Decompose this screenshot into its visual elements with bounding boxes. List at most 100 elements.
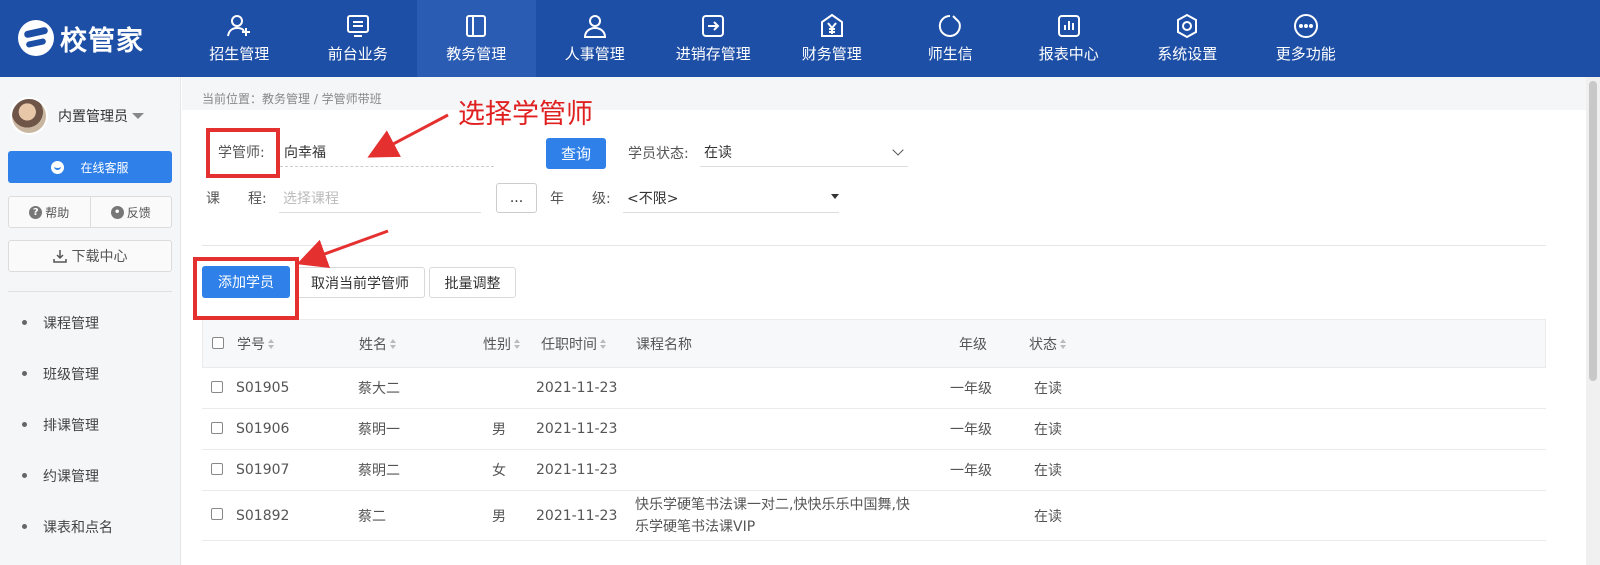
service-icon — [51, 160, 65, 174]
course-line: 快乐学硬笔书法课一对二,快快乐乐中国舞,快 — [635, 496, 910, 513]
nav-label: 报表中心 — [1038, 45, 1099, 63]
logo-icon — [18, 20, 54, 56]
username: 内置管理员 — [58, 109, 128, 125]
cell-gender: 女 — [492, 463, 506, 479]
course-picker-button[interactable]: ... — [496, 183, 537, 213]
header-label: 学号 — [237, 336, 265, 353]
select-all-checkbox[interactable] — [212, 337, 224, 349]
nav-item-finance[interactable]: 财务管理 — [773, 0, 892, 77]
help-button[interactable]: ? 帮助 — [9, 197, 90, 227]
student-status-select[interactable]: 在读 — [700, 137, 908, 167]
gear-icon — [1177, 13, 1198, 39]
sidebar-item-label: 约课管理 — [43, 468, 99, 485]
cell-name: 蔡大二 — [358, 381, 400, 397]
download-center-label: 下载中心 — [71, 249, 128, 265]
table-row[interactable]: S01907 蔡明二 女 2021-11-23 一年级 在读 — [202, 450, 1546, 491]
nav-item-settings[interactable]: 系统设置 — [1128, 0, 1247, 77]
sidebar-item-label: 排课管理 — [43, 417, 99, 434]
teacher-input[interactable]: 向幸福 — [280, 137, 494, 167]
bullet-icon — [22, 371, 27, 376]
header-label: 年级 — [959, 336, 987, 353]
query-button[interactable]: 查询 — [546, 138, 606, 169]
scrollbar-thumb[interactable] — [1589, 81, 1597, 381]
row-checkbox[interactable] — [211, 508, 223, 520]
user-menu[interactable]: 内置管理员 — [10, 97, 144, 135]
grade-label-1: 年 — [550, 191, 564, 207]
avatar — [10, 97, 48, 135]
col-student-id[interactable]: 学号 — [237, 320, 275, 367]
cell-name: 蔡二 — [358, 508, 386, 525]
annotation-text: 选择学管师 — [458, 99, 593, 130]
download-center-button[interactable]: 下载中心 — [8, 240, 172, 272]
cell-date: 2021-11-23 — [536, 507, 618, 524]
nav-item-reports[interactable]: 报表中心 — [1010, 0, 1129, 77]
main-nav: 招生管理 前台业务 教务管理 人事管理 进销存管理 财务管理 师生信 报表中心 — [180, 0, 1365, 77]
grade-value: <不限> — [627, 190, 679, 207]
sort-icon — [390, 338, 397, 349]
logo[interactable]: 校管家 — [18, 18, 144, 58]
cell-grade: 一年级 — [950, 422, 992, 438]
nav-item-academic[interactable]: 教务管理 — [417, 0, 536, 77]
sidebar-item-courses[interactable]: 课程管理 — [0, 297, 181, 348]
sidebar-item-classes[interactable]: 班级管理 — [0, 348, 181, 399]
help-feedback-row: ? 帮助 • 反馈 — [8, 196, 172, 228]
nav-label: 财务管理 — [801, 45, 862, 63]
student-status-value: 在读 — [704, 144, 732, 161]
cell-date: 2021-11-23 — [536, 421, 618, 437]
sidebar-item-timetable[interactable]: 课表和点名 — [0, 501, 181, 552]
sort-icon — [268, 338, 275, 349]
col-date[interactable]: 任职时间 — [541, 320, 607, 367]
batch-adjust-button[interactable]: 批量调整 — [429, 267, 516, 298]
bullet-icon — [22, 524, 27, 529]
cancel-teacher-button[interactable]: 取消当前学管师 — [295, 267, 425, 298]
course-label-1: 课 — [206, 191, 220, 207]
nav-item-recruitment[interactable]: 招生管理 — [180, 0, 299, 77]
sidebar-item-scheduling[interactable]: 排课管理 — [0, 399, 181, 450]
sidebar: 内置管理员 在线客服 ? 帮助 • 反馈 下载中心 课程管理 班级管理 排课管理… — [0, 77, 181, 565]
nav-item-frontdesk[interactable]: 前台业务 — [299, 0, 418, 77]
online-service-button[interactable]: 在线客服 — [8, 151, 172, 183]
nav-item-hr[interactable]: 人事管理 — [536, 0, 655, 77]
grade-select[interactable]: <不限> — [623, 183, 839, 213]
nav-item-inventory[interactable]: 进销存管理 — [654, 0, 773, 77]
bullet-icon — [22, 320, 27, 325]
row-checkbox[interactable] — [211, 463, 223, 475]
nav-label: 更多功能 — [1275, 45, 1336, 63]
cell-status: 在读 — [1034, 422, 1062, 438]
caret-down-icon — [831, 194, 839, 199]
export-icon — [702, 15, 725, 37]
sort-icon — [514, 338, 521, 349]
online-service-label: 在线客服 — [80, 160, 129, 175]
cell-student-id: S01907 — [236, 462, 290, 478]
col-name[interactable]: 姓名 — [359, 320, 397, 367]
header-label: 课程名称 — [636, 336, 692, 353]
breadcrumb: 当前位置：教务管理 / 学管师带班 — [202, 92, 382, 106]
col-course: 课程名称 — [636, 320, 692, 367]
table-row[interactable]: S01905 蔡大二 2021-11-23 一年级 在读 — [202, 368, 1546, 409]
col-status[interactable]: 状态 — [1029, 320, 1067, 367]
nav-item-messages[interactable]: 师生信 — [891, 0, 1010, 77]
comment-icon: • — [110, 205, 124, 219]
sidebar-item-booking[interactable]: 约课管理 — [0, 450, 181, 501]
header-label: 状态 — [1029, 336, 1057, 353]
cell-student-id: S01892 — [236, 507, 290, 524]
page-scrollbar[interactable] — [1586, 77, 1600, 565]
sidebar-item-label: 课表和点名 — [43, 519, 113, 536]
header-label: 任职时间 — [541, 336, 597, 353]
col-gender[interactable]: 性别 — [483, 320, 521, 367]
nav-item-more[interactable]: 更多功能 — [1247, 0, 1366, 77]
question-icon: ? — [29, 205, 43, 219]
course-input[interactable]: 选择课程 — [279, 183, 481, 213]
table-row[interactable]: S01892 蔡二 男 2021-11-23 快乐学硬笔书法课一对二,快快乐乐中… — [202, 491, 1546, 541]
header-label: 姓名 — [359, 336, 387, 353]
chat-icon — [939, 14, 962, 37]
cell-student-id: S01906 — [236, 421, 290, 437]
table-row[interactable]: S01906 蔡明一 男 2021-11-23 一年级 在读 — [202, 409, 1546, 450]
feedback-button[interactable]: • 反馈 — [89, 197, 172, 227]
feedback-label: 反馈 — [126, 205, 151, 220]
row-checkbox[interactable] — [211, 422, 223, 434]
breadcrumb-bar: 当前位置：教务管理 / 学管师带班 — [182, 77, 1586, 110]
course-label-2: 程: — [248, 191, 267, 207]
chevron-down-icon — [892, 144, 904, 156]
row-checkbox[interactable] — [211, 381, 223, 393]
